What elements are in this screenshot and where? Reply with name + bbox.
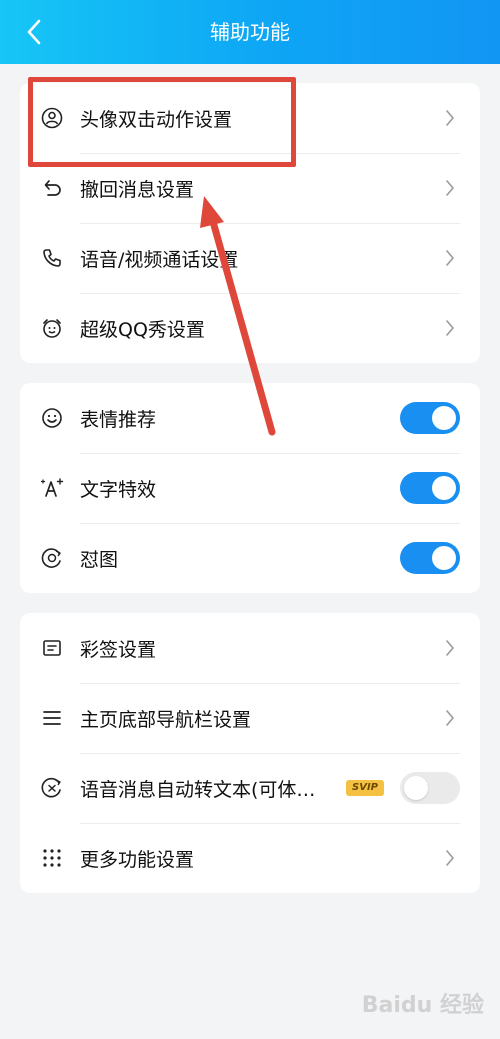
- row-label: 语音/视频通话设置: [80, 248, 239, 271]
- alarm-face-icon: [40, 316, 64, 340]
- top-bar: 辅助功能: [0, 0, 500, 64]
- undo-icon: [40, 176, 64, 200]
- row-label: 彩签设置: [80, 638, 157, 661]
- row-label: 撤回消息设置: [80, 178, 195, 201]
- chevron-right-icon: [440, 178, 460, 198]
- row-label: 表情推荐: [80, 408, 157, 431]
- row-voice-to-text: 语音消息自动转文本(可体… SVIP: [20, 753, 480, 823]
- dui-tu-toggle[interactable]: [400, 542, 460, 574]
- row-bottom-nav[interactable]: 主页底部导航栏设置: [20, 683, 480, 753]
- row-label: 文字特效: [80, 478, 157, 501]
- menu-lines-icon: [40, 706, 64, 730]
- sticker-recommend-toggle[interactable]: [400, 402, 460, 434]
- chevron-right-icon: [440, 318, 460, 338]
- chevron-right-icon: [440, 638, 460, 658]
- text-effects-toggle[interactable]: [400, 472, 460, 504]
- phone-icon: [40, 246, 64, 270]
- row-text-effects: 文字特效: [20, 453, 480, 523]
- page-title: 辅助功能: [210, 20, 290, 44]
- row-label: 更多功能设置: [80, 848, 195, 871]
- chevron-right-icon: [440, 848, 460, 868]
- avatar-circle-icon: [40, 106, 64, 130]
- text-sparkle-icon: [40, 476, 64, 500]
- row-sticker-recommend: 表情推荐: [20, 383, 480, 453]
- tag-card-icon: [40, 636, 64, 660]
- row-label: 怼图: [80, 548, 119, 571]
- settings-group-2: 表情推荐 文字特效 怼图: [20, 383, 480, 593]
- svip-badge: SVIP: [346, 780, 384, 796]
- row-super-qq-show[interactable]: 超级QQ秀设置: [20, 293, 480, 363]
- row-recall-message[interactable]: 撤回消息设置: [20, 153, 480, 223]
- sticker-face-icon: [40, 546, 64, 570]
- row-call-settings[interactable]: 语音/视频通话设置: [20, 223, 480, 293]
- grid-dots-icon: [40, 846, 64, 870]
- chevron-right-icon: [440, 248, 460, 268]
- voice-to-text-toggle[interactable]: [400, 772, 460, 804]
- row-color-tag[interactable]: 彩签设置: [20, 613, 480, 683]
- row-label: 主页底部导航栏设置: [80, 708, 252, 731]
- row-more-settings[interactable]: 更多功能设置: [20, 823, 480, 893]
- settings-group-1: 头像双击动作设置 撤回消息设置 语音/视频通话设置 超级QQ秀设置: [20, 83, 480, 363]
- row-label: 头像双击动作设置: [80, 108, 233, 131]
- row-dui-tu: 怼图: [20, 523, 480, 593]
- voice-to-text-icon: [40, 776, 64, 800]
- settings-group-3: 彩签设置 主页底部导航栏设置 语音消息自动转文本(可体… SVIP 更多功能设置: [20, 613, 480, 893]
- chevron-right-icon: [440, 108, 460, 128]
- row-avatar-double-click[interactable]: 头像双击动作设置: [20, 83, 480, 153]
- row-label: 超级QQ秀设置: [80, 318, 205, 341]
- chevron-right-icon: [440, 708, 460, 728]
- watermark: Baidu 经验: [361, 993, 484, 1018]
- smile-icon: [40, 406, 64, 430]
- row-label: 语音消息自动转文本(可体…: [80, 778, 316, 801]
